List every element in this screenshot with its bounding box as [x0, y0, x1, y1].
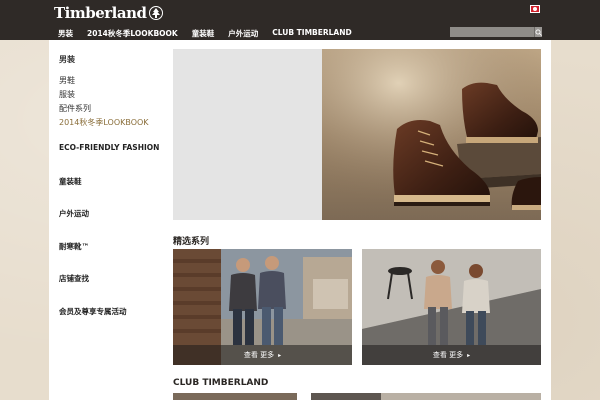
site-logo[interactable]: Timberland [54, 4, 164, 22]
sidebar-section-kids[interactable]: 童装鞋 [59, 176, 82, 187]
sidebar-section-boots[interactable]: 耐寒靴™ [59, 241, 89, 252]
sidebar-section-eco[interactable]: ECO-FRIENDLY FASHION [59, 143, 159, 152]
china-flag-icon[interactable] [530, 5, 540, 13]
sidebar-heading[interactable]: 男装 [59, 54, 169, 65]
sidebar-item-apparel[interactable]: 服装 [59, 91, 169, 99]
club-section-title: CLUB TIMBERLAND [173, 378, 269, 388]
featured-section-title: 精选系列 [173, 237, 210, 247]
club-image-1 [173, 393, 297, 400]
card-men-cta-label: 查看 更多 [243, 351, 275, 359]
nav-item-club[interactable]: CLUB TIMBERLAND [272, 28, 352, 39]
card-women-cta[interactable]: 查看 更多 ▸ [362, 345, 541, 365]
card-women-cta-label: 查看 更多 [432, 351, 464, 359]
hero-boots-illustration [322, 49, 541, 220]
club-gap [297, 393, 311, 400]
nav-item-kids[interactable]: 童装鞋 [192, 28, 215, 39]
featured-card-women[interactable]: 查看 更多 ▸ [362, 249, 541, 365]
search-box [450, 27, 542, 37]
sidebar-section-members[interactable]: 会员及尊享专属活动 [59, 306, 127, 317]
main-nav: 男装 2014秋冬季LOOKBOOK 童装鞋 户外运动 CLUB TIMBERL… [58, 28, 352, 39]
chevron-right-icon: ▸ [467, 351, 471, 359]
club-image-3 [381, 393, 541, 400]
card-men-cta[interactable]: 查看 更多 ▸ [173, 345, 352, 365]
sidebar-item-shoes[interactable]: 男鞋 [59, 77, 169, 85]
nav-item-men[interactable]: 男装 [58, 28, 73, 39]
club-image-2 [311, 393, 381, 400]
site-header: Timberland 男装 2014秋冬季LOOKBOOK 童装鞋 户外运动 C… [0, 0, 600, 40]
chevron-right-icon: ▸ [278, 351, 282, 359]
sidebar: 男装 男鞋 服装 配件系列 2014秋冬季LOOKBOOK [59, 54, 169, 133]
sidebar-section-outdoor[interactable]: 户外运动 [59, 208, 89, 219]
hero-placeholder [173, 49, 322, 220]
hero-boots-image[interactable] [322, 49, 541, 220]
search-icon [535, 28, 542, 36]
search-input[interactable] [450, 27, 534, 37]
timberland-tree-icon [149, 6, 164, 20]
nav-item-lookbook[interactable]: 2014秋冬季LOOKBOOK [87, 28, 178, 39]
nav-item-outdoor[interactable]: 户外运动 [228, 28, 258, 39]
search-button[interactable] [534, 27, 542, 37]
logo-text: Timberland [54, 4, 147, 22]
sidebar-item-accessories[interactable]: 配件系列 [59, 105, 169, 113]
featured-card-men[interactable]: 查看 更多 ▸ [173, 249, 352, 365]
sidebar-section-stores[interactable]: 店铺查找 [59, 273, 89, 284]
sidebar-item-lookbook[interactable]: 2014秋冬季LOOKBOOK [59, 119, 169, 127]
club-image-strip[interactable] [173, 393, 541, 400]
